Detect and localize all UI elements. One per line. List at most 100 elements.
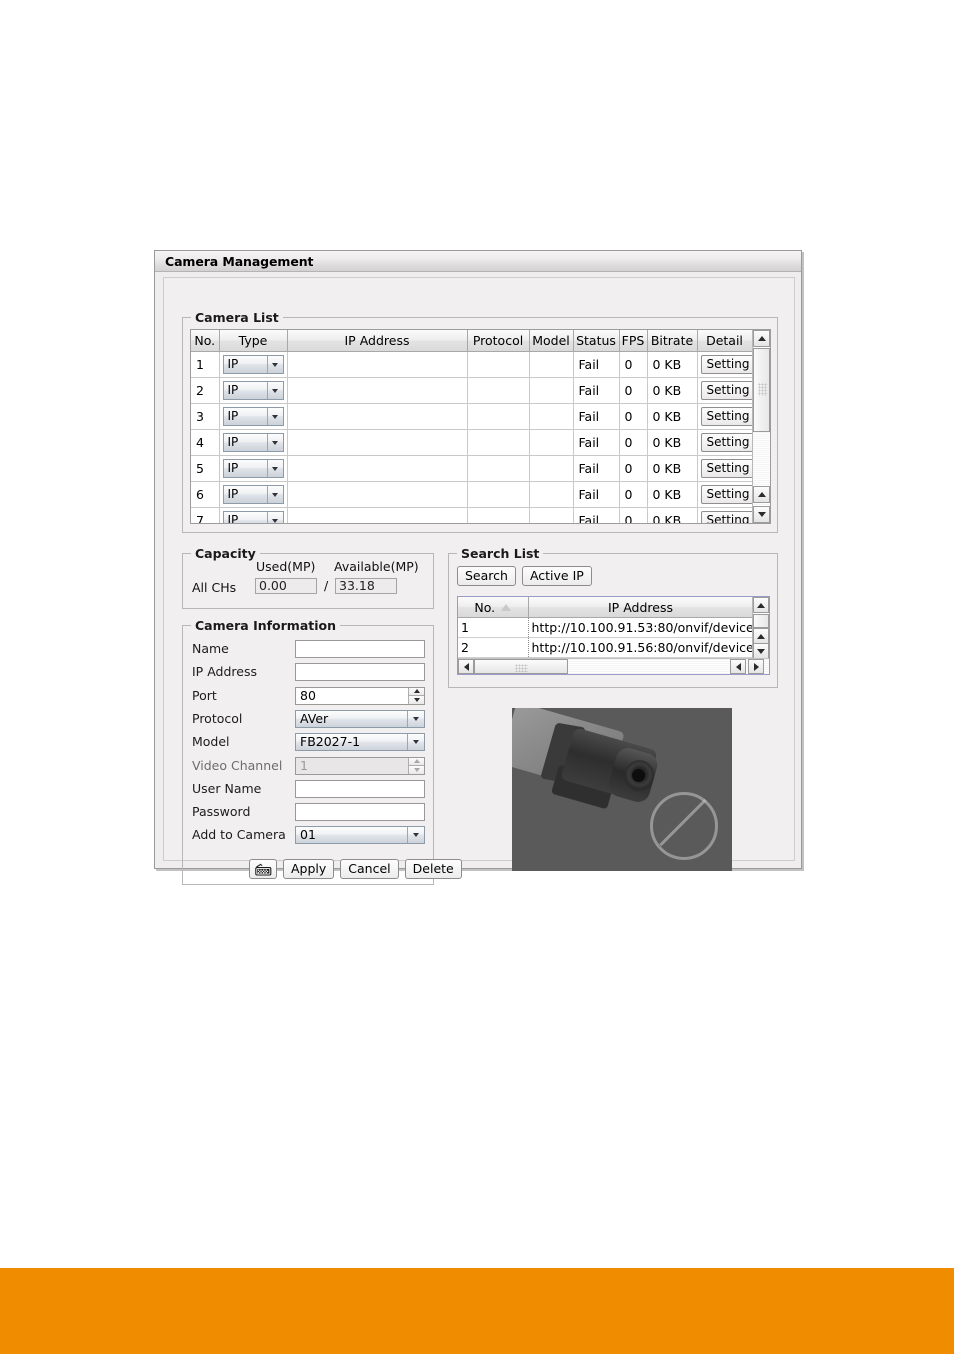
cell-type[interactable]: IP xyxy=(219,377,288,404)
cell-model[interactable] xyxy=(529,455,574,482)
search-scroll-down-button[interactable] xyxy=(753,643,769,659)
cell-type[interactable]: IP xyxy=(219,455,288,482)
chevron-down-icon[interactable] xyxy=(266,460,283,477)
chevron-down-icon[interactable] xyxy=(266,486,283,503)
cell-protocol[interactable] xyxy=(467,507,530,523)
scroll-up-button[interactable] xyxy=(753,330,770,347)
hscroll-right-button[interactable] xyxy=(748,659,764,674)
setting-button[interactable]: Setting xyxy=(700,381,751,400)
apply-button[interactable]: Apply xyxy=(283,859,335,879)
cell-model[interactable] xyxy=(529,403,574,430)
cell-type[interactable]: IP xyxy=(219,481,288,508)
search-scrollbar-thumb[interactable] xyxy=(753,614,769,628)
name-field[interactable] xyxy=(295,640,425,658)
virtual-keyboard-button[interactable] xyxy=(249,859,277,879)
search-scroll-up-button-secondary[interactable] xyxy=(753,628,769,644)
port-stepper[interactable]: 80 xyxy=(295,686,425,705)
setting-button[interactable]: Setting xyxy=(700,485,751,504)
delete-button[interactable]: Delete xyxy=(404,859,462,879)
cell-protocol[interactable] xyxy=(467,481,530,508)
cell-protocol[interactable] xyxy=(467,455,530,482)
chevron-down-icon[interactable] xyxy=(407,710,424,727)
column-header-model[interactable]: Model xyxy=(529,330,574,352)
table-row[interactable]: 6 IP Fail 0 0 KB Setting xyxy=(191,481,752,508)
hscroll-left-button[interactable] xyxy=(458,659,474,674)
type-combobox[interactable]: IP xyxy=(222,381,284,400)
cell-detail[interactable]: Setting xyxy=(697,429,752,456)
table-row[interactable]: 1 IP Fail 0 0 KB Setting xyxy=(191,351,752,378)
cell-protocol[interactable] xyxy=(467,351,530,378)
cell-model[interactable] xyxy=(529,351,574,378)
chevron-down-icon[interactable] xyxy=(266,382,283,399)
setting-button[interactable]: Setting xyxy=(700,355,751,374)
chevron-down-icon[interactable] xyxy=(407,734,424,751)
cell-ip-address[interactable] xyxy=(287,507,468,523)
type-combobox[interactable]: IP xyxy=(222,459,284,478)
cell-detail[interactable]: Setting xyxy=(697,507,752,523)
setting-button[interactable]: Setting xyxy=(700,407,751,426)
active-ip-button[interactable]: Active IP xyxy=(521,566,592,586)
list-item[interactable]: 1http://10.100.91.53:80/onvif/device_ser… xyxy=(458,617,754,638)
password-field[interactable] xyxy=(295,803,425,822)
cell-ip-address[interactable] xyxy=(287,481,468,508)
cell-type[interactable]: IP xyxy=(219,403,288,430)
table-row[interactable]: 5 IP Fail 0 0 KB Setting xyxy=(191,455,752,482)
cell-detail[interactable]: Setting xyxy=(697,377,752,404)
column-header-detail[interactable]: Detail xyxy=(697,330,752,352)
chevron-down-icon[interactable] xyxy=(266,408,283,425)
cell-type[interactable]: IP xyxy=(219,507,288,523)
cell-ip-address[interactable] xyxy=(287,455,468,482)
type-combobox[interactable]: IP xyxy=(222,433,284,452)
hscroll-thumb[interactable] xyxy=(474,659,568,674)
column-header-fps[interactable]: FPS xyxy=(619,330,648,352)
camera-list-vertical-scrollbar[interactable] xyxy=(752,330,770,523)
column-header-status[interactable]: Status xyxy=(573,330,620,352)
search-button[interactable]: Search xyxy=(457,566,516,586)
model-select[interactable]: FB2027-1 xyxy=(295,733,425,752)
search-list-horizontal-scrollbar[interactable] xyxy=(458,658,769,674)
stepper-increment-button[interactable] xyxy=(409,687,424,697)
cell-detail[interactable]: Setting xyxy=(697,481,752,508)
cell-protocol[interactable] xyxy=(467,429,530,456)
search-list-vertical-scrollbar[interactable] xyxy=(752,597,769,659)
search-column-header-no[interactable]: No. xyxy=(458,597,529,618)
type-combobox[interactable]: IP xyxy=(222,407,284,426)
scrollbar-thumb[interactable] xyxy=(753,348,770,432)
cell-ip-address[interactable] xyxy=(287,377,468,404)
cell-ip-address[interactable] xyxy=(287,429,468,456)
cell-model[interactable] xyxy=(529,507,574,523)
table-row[interactable]: 4 IP Fail 0 0 KB Setting xyxy=(191,429,752,456)
chevron-down-icon[interactable] xyxy=(266,356,283,373)
cell-protocol[interactable] xyxy=(467,403,530,430)
setting-button[interactable]: Setting xyxy=(700,459,751,478)
add-to-camera-select[interactable]: 01 xyxy=(295,826,425,845)
scroll-down-button[interactable] xyxy=(753,506,770,523)
cell-protocol[interactable] xyxy=(467,377,530,404)
user-name-field[interactable] xyxy=(295,779,425,798)
setting-button[interactable]: Setting xyxy=(700,511,751,523)
camera-list-scroll-area[interactable]: No. Type IP Address Protocol Model Statu… xyxy=(191,330,752,523)
cell-model[interactable] xyxy=(529,481,574,508)
ip-address-field[interactable] xyxy=(295,663,425,682)
cell-model[interactable] xyxy=(529,377,574,404)
cell-detail[interactable]: Setting xyxy=(697,455,752,482)
search-column-header-ip[interactable]: IP Address xyxy=(528,597,754,618)
column-header-no[interactable]: No. xyxy=(191,330,220,352)
type-combobox[interactable]: IP xyxy=(222,511,284,523)
cell-model[interactable] xyxy=(529,429,574,456)
type-combobox[interactable]: IP xyxy=(222,485,284,504)
search-scroll-up-button[interactable] xyxy=(753,597,769,613)
setting-button[interactable]: Setting xyxy=(700,433,751,452)
cancel-button[interactable]: Cancel xyxy=(340,859,399,879)
scroll-up-button-secondary[interactable] xyxy=(753,486,770,503)
chevron-down-icon[interactable] xyxy=(407,827,424,844)
cell-type[interactable]: IP xyxy=(219,351,288,378)
cell-type[interactable]: IP xyxy=(219,429,288,456)
table-row[interactable]: 7 IP Fail 0 0 KB Setting xyxy=(191,507,752,523)
cell-ip-address[interactable] xyxy=(287,351,468,378)
column-header-type[interactable]: Type xyxy=(219,330,288,352)
stepper-decrement-button[interactable] xyxy=(409,696,424,704)
hscroll-left-button-secondary[interactable] xyxy=(730,659,746,674)
protocol-select[interactable]: AVer xyxy=(295,709,425,728)
cell-detail[interactable]: Setting xyxy=(697,403,752,430)
